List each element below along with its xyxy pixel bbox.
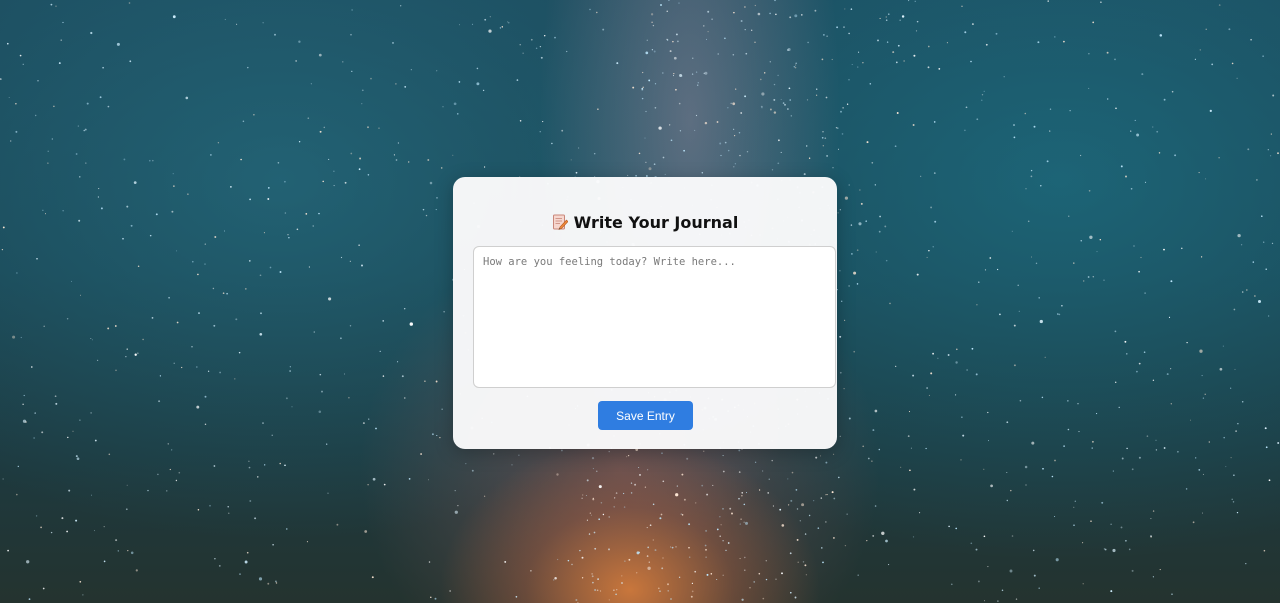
journal-card: Write Your Journal Save Entry xyxy=(453,177,837,449)
journal-title: Write Your Journal xyxy=(453,213,837,236)
journal-entry-textarea[interactable] xyxy=(473,246,836,388)
journal-title-text: Write Your Journal xyxy=(573,213,739,232)
save-entry-button[interactable]: Save Entry xyxy=(598,401,693,430)
memo-icon xyxy=(552,214,569,236)
